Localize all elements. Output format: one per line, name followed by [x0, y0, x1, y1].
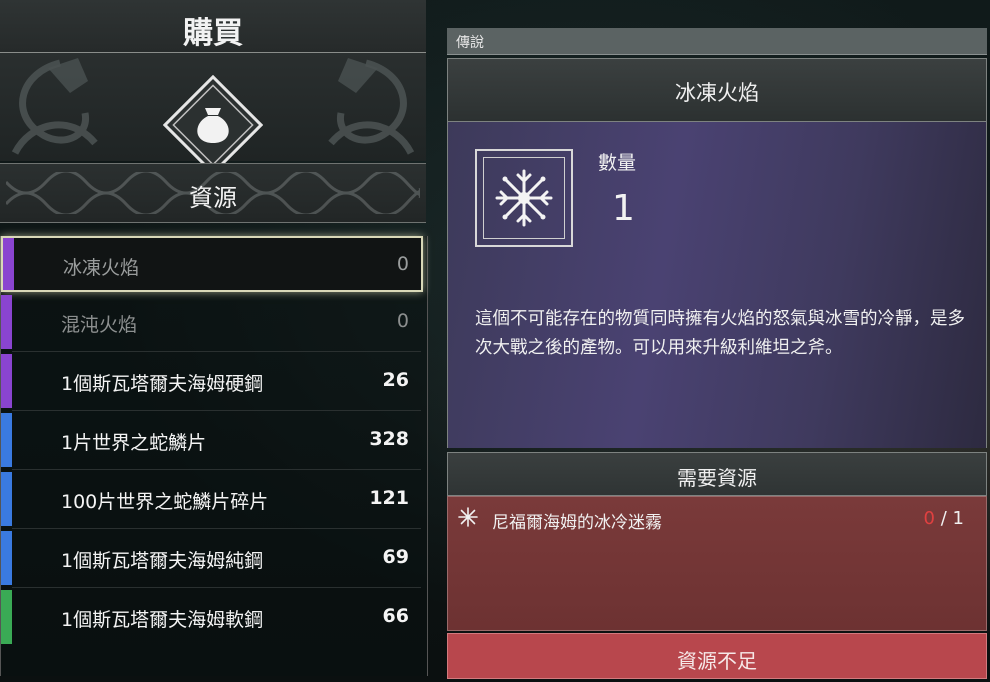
snowflake-icon	[495, 169, 553, 227]
item-name: 1片世界之蛇鱗片	[61, 432, 207, 454]
shop-title: 購買	[183, 16, 243, 51]
item-name: 1個斯瓦塔爾夫海姆純鋼	[61, 550, 264, 572]
item-count: 66	[382, 605, 409, 627]
rarity-stripe	[1, 295, 12, 349]
row-divider	[12, 528, 421, 529]
rarity-stripe	[1, 472, 12, 526]
rarity-stripe	[1, 354, 12, 408]
list-item[interactable]: 1個斯瓦塔爾夫海姆純鋼 69	[1, 531, 421, 588]
requirement-name: 尼福爾海姆的冰冷迷霧	[492, 513, 662, 533]
resource-list: 冰凍火焰 0 混沌火焰 0 1個斯瓦塔爾夫海姆硬鋼 26 1片世界之蛇鱗片 32…	[0, 236, 428, 676]
item-count: 328	[369, 428, 409, 450]
list-item[interactable]: 1個斯瓦塔爾夫海姆軟鋼 66	[1, 590, 421, 644]
quantity-label: 數量	[598, 152, 637, 174]
rarity-bar: 傳說	[447, 28, 987, 55]
item-count: 0	[396, 253, 409, 275]
row-divider	[12, 587, 421, 588]
rarity-stripe	[1, 531, 12, 585]
shop-panel: 購買 資源 冰凍火焰 0 混沌火焰 0 1個斯瓦塔爾夫海姆硬鋼 26 1片世界之…	[0, 0, 428, 682]
list-item[interactable]: 1個斯瓦塔爾夫海姆硬鋼 26	[1, 354, 421, 411]
item-count: 0	[396, 310, 409, 332]
insufficient-resources-button[interactable]: 資源不足	[447, 633, 987, 679]
requirement-separator: /	[940, 508, 947, 529]
item-count: 26	[382, 369, 409, 391]
item-name: 1個斯瓦塔爾夫海姆硬鋼	[61, 373, 264, 395]
item-name: 100片世界之蛇鱗片碎片	[61, 491, 269, 513]
list-item[interactable]: 100片世界之蛇鱗片碎片 121	[1, 472, 421, 529]
requirement-need: 1	[952, 508, 964, 529]
snowflake-icon	[458, 507, 478, 527]
item-icon-frame	[475, 149, 573, 247]
item-title-bar: 冰凍火焰	[447, 58, 987, 122]
rarity-stripe	[1, 413, 12, 467]
requirements-box: 尼福爾海姆的冰冷迷霧 0 / 1	[447, 496, 987, 631]
item-info: 數量 1 這個不可能存在的物質同時擁有火焰的怒氣與冰雪的冷靜，是多次大戰之後的產…	[447, 122, 987, 448]
insufficient-resources-label: 資源不足	[677, 649, 757, 673]
rarity-label: 傳說	[456, 35, 484, 51]
requirement-count: 0 / 1	[924, 508, 964, 529]
item-count: 69	[382, 546, 409, 568]
requirements-header: 需要資源	[447, 452, 987, 496]
item-name: 混沌火焰	[61, 314, 138, 336]
category-title: 資源	[189, 184, 237, 212]
category-header: 資源	[0, 163, 426, 223]
item-description: 這個不可能存在的物質同時擁有火焰的怒氣與冰雪的冷靜，是多次大戰之後的產物。可以用…	[475, 309, 965, 358]
row-divider	[12, 410, 421, 411]
item-title: 冰凍火焰	[675, 81, 759, 105]
row-divider	[12, 469, 421, 470]
list-item[interactable]: 混沌火焰 0	[1, 295, 421, 352]
item-count: 121	[369, 487, 409, 509]
coin-pouch-icon	[162, 74, 264, 176]
quantity-value[interactable]: 1	[612, 188, 635, 229]
list-item[interactable]: 冰凍火焰 0	[1, 236, 423, 292]
row-divider	[12, 351, 421, 352]
item-name: 1個斯瓦塔爾夫海姆軟鋼	[61, 609, 264, 631]
item-name: 冰凍火焰	[63, 257, 140, 279]
list-item[interactable]: 1片世界之蛇鱗片 328	[1, 413, 421, 470]
rarity-stripe	[1, 590, 12, 644]
requirement-have: 0	[923, 508, 935, 529]
shop-header: 購買	[0, 0, 426, 53]
requirements-title: 需要資源	[677, 466, 757, 490]
rarity-stripe	[3, 238, 14, 290]
item-detail-panel: 傳說 冰凍火焰 數量 1 這個不可能存在的物質同時擁有火焰的怒氣與冰雪的冷靜，是…	[447, 28, 987, 682]
